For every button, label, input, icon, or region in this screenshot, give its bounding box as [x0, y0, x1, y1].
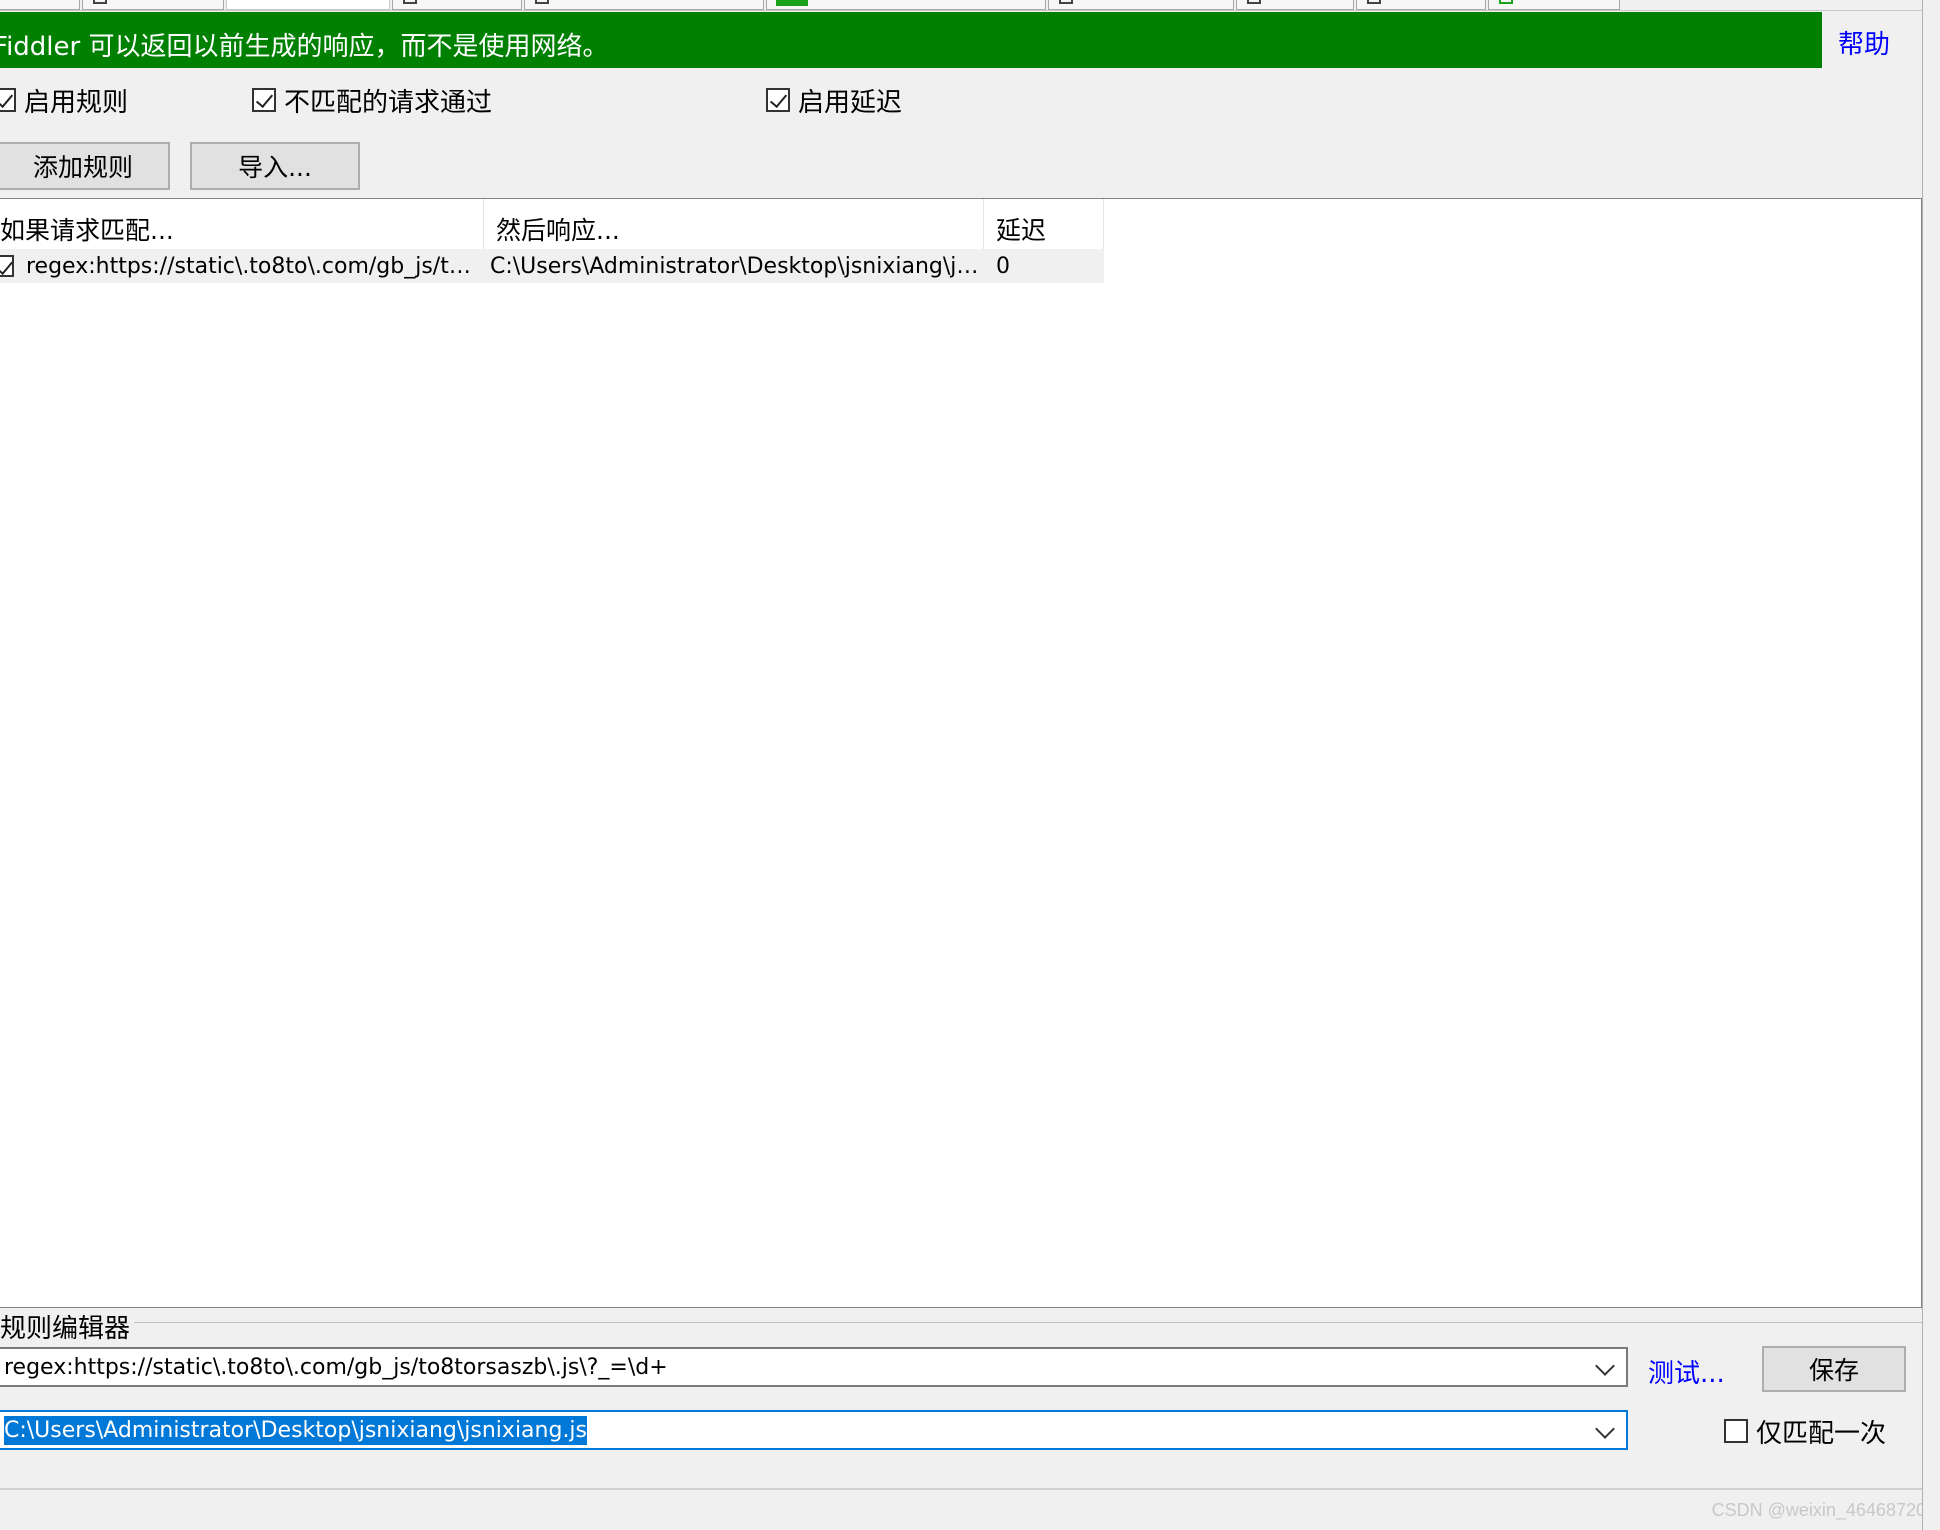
match-once-option[interactable]: 仅匹配一次 [1724, 1415, 1887, 1449]
enable-latency-checkbox[interactable] [766, 88, 790, 112]
rules-list-header: 如果请求匹配... 然后响应... 延迟 [0, 199, 1104, 249]
banner-message: Fiddler 可以返回以前生成的响应，而不是使用网络。 [0, 32, 609, 62]
status-divider [0, 1488, 1922, 1490]
column-header-match[interactable]: 如果请求匹配... [0, 199, 484, 249]
rule-enabled-checkbox[interactable] [0, 255, 14, 277]
tab-fiddlerscript[interactable] [766, 0, 1046, 10]
tab-inspectors[interactable] [82, 0, 224, 10]
unmatched-passthrough-checkbox[interactable] [252, 88, 276, 112]
rule-action-cell: C:\Users\Administrator\Desktop\jsnixiang… [490, 253, 984, 279]
tab-log[interactable] [1048, 0, 1234, 10]
enable-latency-label: 启用延迟 [798, 87, 903, 118]
rule-match-cell: regex:https://static\.to8to\.com/gb_js/t… [26, 253, 478, 279]
tab-strip [0, 0, 1940, 11]
unmatched-passthrough-label: 不匹配的请求通过 [284, 87, 493, 118]
enable-latency-option[interactable]: 启用延迟 [766, 84, 903, 118]
import-button[interactable]: 导入... [190, 142, 360, 190]
chevron-down-icon[interactable] [1595, 1419, 1615, 1439]
tab-composer[interactable] [392, 0, 522, 10]
save-button[interactable]: 保存 [1762, 1346, 1906, 1392]
info-banner: Fiddler 可以返回以前生成的响应，而不是使用网络。 [0, 12, 1822, 68]
match-once-checkbox[interactable] [1724, 1419, 1748, 1443]
window-right-edge [1922, 0, 1940, 1530]
tab-filters[interactable] [1236, 0, 1354, 10]
tab-apitest[interactable] [1488, 0, 1620, 10]
fiddlerscript-icon [776, 0, 808, 6]
column-header-action[interactable]: 然后响应... [484, 199, 984, 249]
tab-statistics[interactable] [0, 0, 80, 10]
add-rule-button[interactable]: 添加规则 [0, 142, 170, 190]
tab-autoresponder[interactable] [226, 0, 390, 10]
table-row[interactable]: regex:https://static\.to8to\.com/gb_js/t… [0, 249, 1104, 283]
tab-fiddler-orchestra[interactable] [524, 0, 764, 10]
rule-editor-group [0, 1322, 1922, 1323]
match-pattern-value: regex:https://static\.to8to\.com/gb_js/t… [4, 1354, 668, 1380]
watermark: CSDN @weixin_46468720 [1711, 1500, 1926, 1520]
help-link[interactable]: 帮助 [1838, 24, 1890, 61]
enable-rules-checkbox[interactable] [0, 88, 16, 112]
unmatched-passthrough-option[interactable]: 不匹配的请求通过 [252, 84, 493, 118]
rules-list[interactable]: 如果请求匹配... 然后响应... 延迟 regex:https://stati… [0, 198, 1922, 1308]
enable-rules-option[interactable]: 启用规则 [0, 84, 129, 118]
match-pattern-combobox[interactable]: regex:https://static\.to8to\.com/gb_js/t… [0, 1347, 1628, 1387]
rule-latency-cell: 0 [996, 253, 1010, 279]
chevron-down-icon[interactable] [1595, 1356, 1615, 1376]
match-once-label: 仅匹配一次 [1756, 1418, 1887, 1449]
column-header-latency[interactable]: 延迟 [984, 199, 1104, 249]
enable-rules-label: 启用规则 [24, 87, 129, 118]
response-action-combobox[interactable]: C:\Users\Administrator\Desktop\jsnixiang… [0, 1410, 1628, 1450]
response-action-value: C:\Users\Administrator\Desktop\jsnixiang… [4, 1415, 588, 1445]
tab-timeline[interactable] [1356, 0, 1486, 10]
rule-editor-title: 规则编辑器 [0, 1308, 135, 1345]
test-link[interactable]: 测试... [1648, 1353, 1725, 1390]
